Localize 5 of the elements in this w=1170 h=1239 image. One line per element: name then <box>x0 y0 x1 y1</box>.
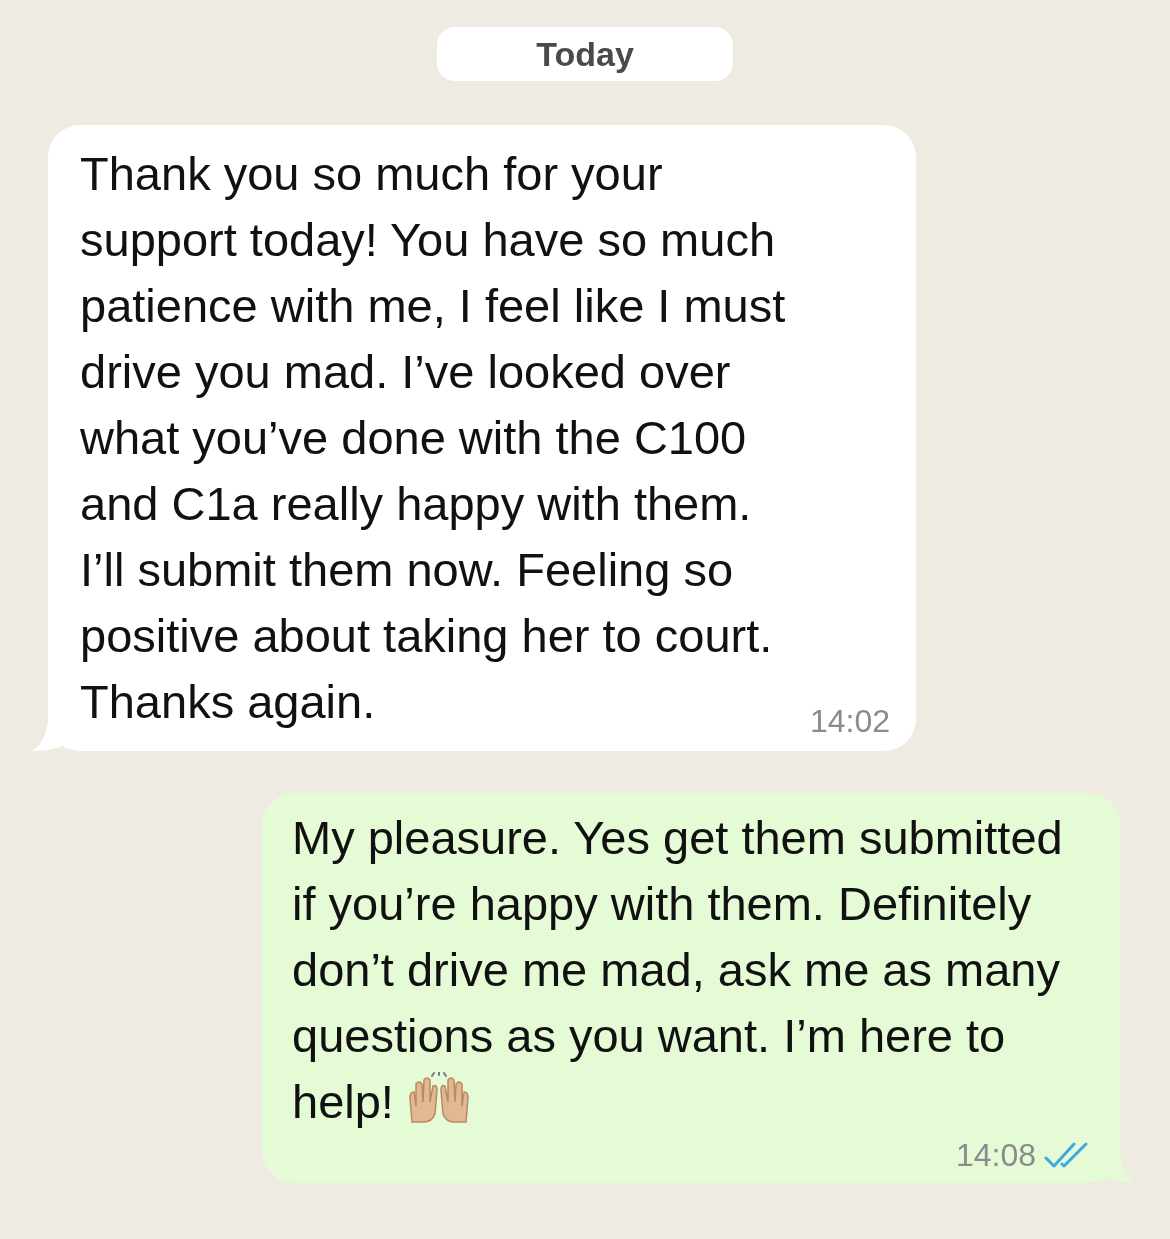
date-divider: Today <box>437 27 733 81</box>
message-text: Thank you so much for your support today! You have so much patience with me, I feel like I must drive you mad. I’ve looked over what you’ve done with the C100 and C1a really happy with them. I’ll submit them now. Feeling so positive about taking her to court. Thanks again. <box>80 146 787 730</box>
message-text: My pleasure. Yes get them submitted if you’re happy with them. Definitely don’t drive me mad, ask me as many questions as you want. I’m here to help! <box>292 811 1063 1128</box>
message-time: 14:02 <box>809 702 890 741</box>
message-time: 14:08 <box>955 1136 1036 1175</box>
